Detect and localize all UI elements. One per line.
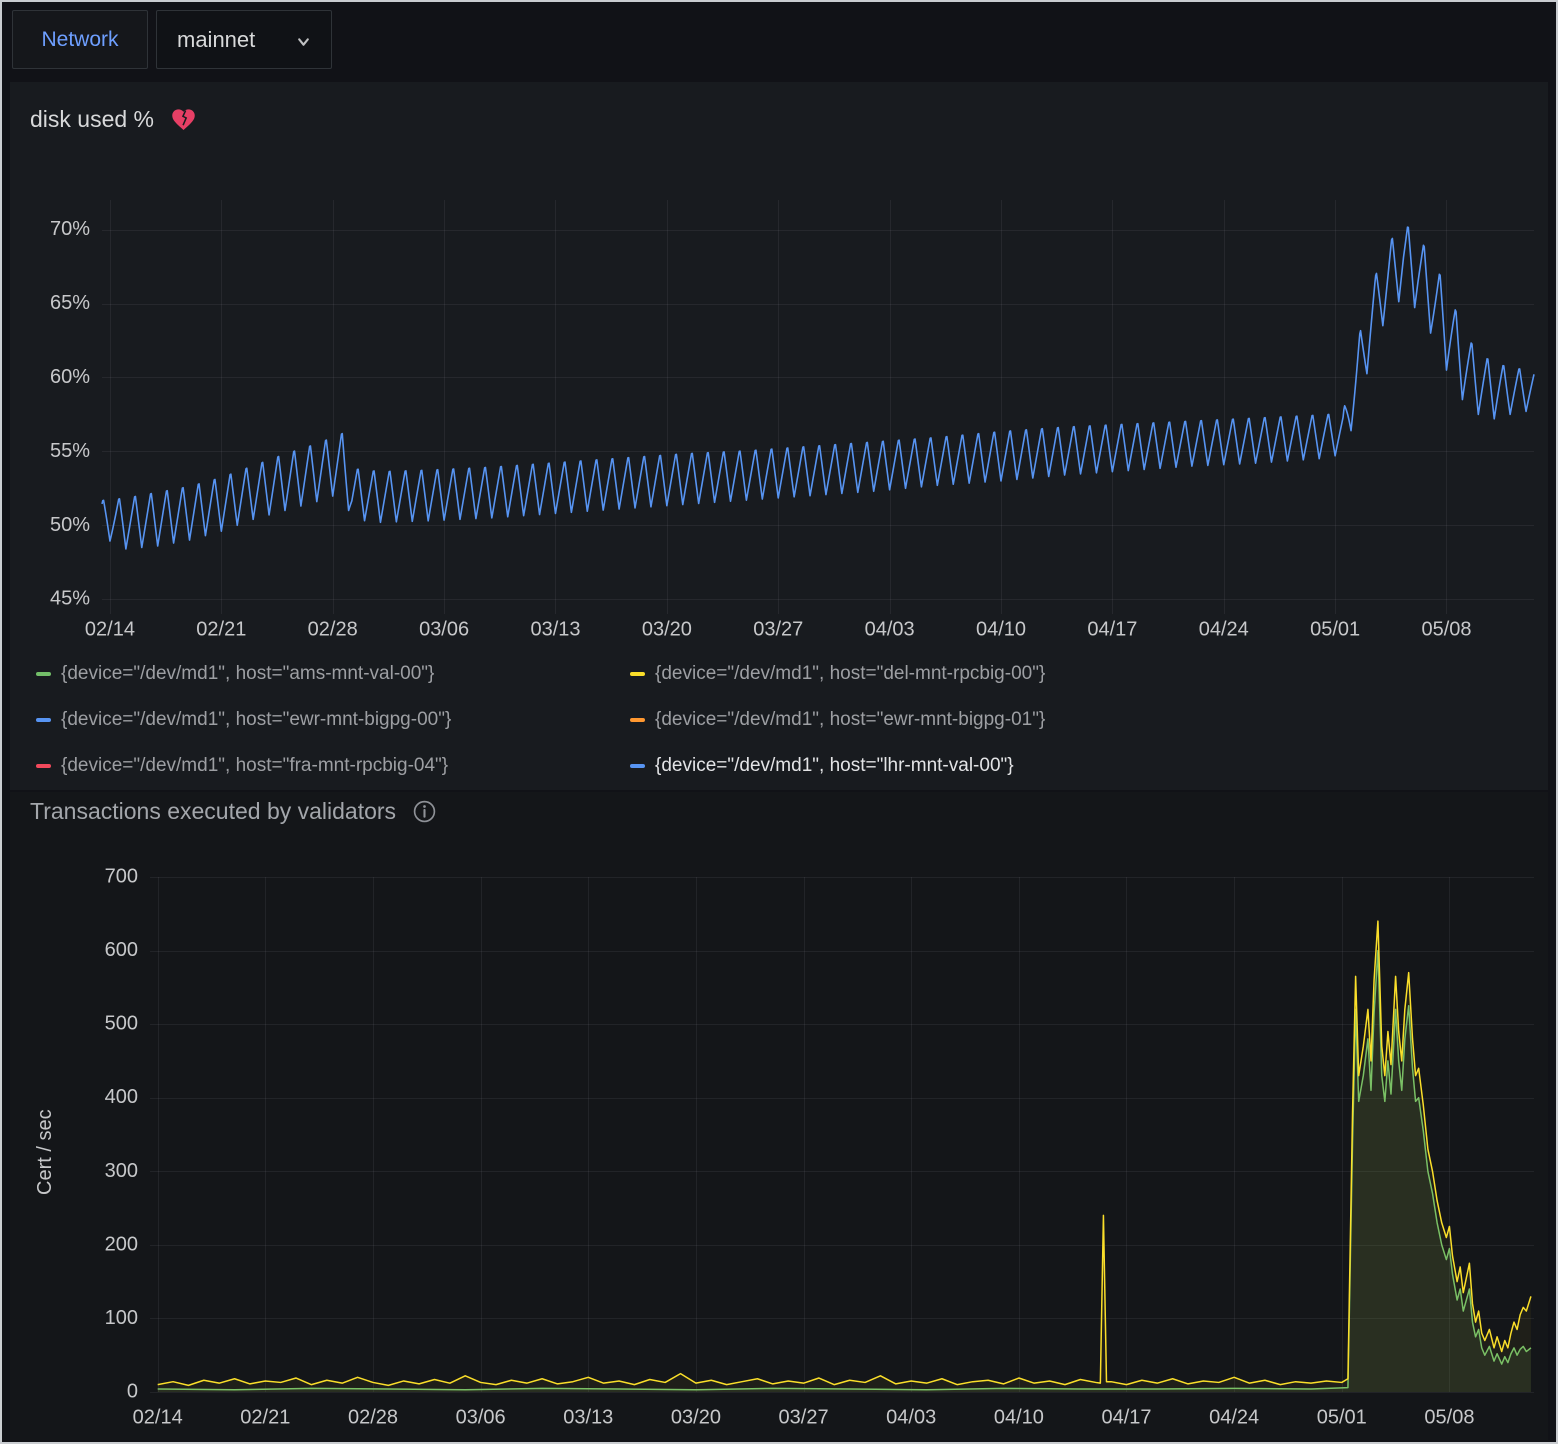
legend-item[interactable]: {device="/dev/md1", host="ams-mnt-val-00…: [36, 662, 630, 686]
disk-used-chart[interactable]: [10, 162, 1552, 654]
series-color-dash: [630, 764, 645, 768]
series-color-dash: [36, 764, 51, 768]
variables-topbar: Network mainnet: [2, 2, 1556, 80]
legend-label: {device="/dev/md1", host="ewr-mnt-bigpg-…: [61, 709, 451, 731]
network-variable-label: Network: [41, 28, 118, 52]
alert-broken-heart-icon[interactable]: [170, 106, 197, 133]
network-variable-label-box: Network: [12, 10, 148, 69]
legend-label: {device="/dev/md1", host="fra-mnt-rpcbig…: [61, 755, 448, 777]
chevron-down-icon: [296, 34, 311, 49]
network-variable-value[interactable]: mainnet: [177, 27, 255, 53]
transactions-panel-title: Transactions executed by validators: [30, 798, 396, 825]
disk-used-panel-title: disk used %: [30, 106, 154, 133]
disk-used-panel-header[interactable]: disk used %: [30, 106, 197, 133]
series-color-dash: [36, 718, 51, 722]
transactions-panel-header[interactable]: Transactions executed by validators: [30, 798, 437, 825]
info-circle-icon[interactable]: [412, 799, 437, 824]
disk-used-legend: {device="/dev/md1", host="ams-mnt-val-00…: [36, 662, 1045, 778]
legend-label: {device="/dev/md1", host="ewr-mnt-bigpg-…: [655, 709, 1045, 731]
legend-label: {device="/dev/md1", host="ams-mnt-val-00…: [61, 663, 434, 685]
transactions-panel: Transactions executed by validators Cert…: [10, 792, 1548, 1440]
series-color-dash: [630, 718, 645, 722]
legend-item[interactable]: {device="/dev/md1", host="lhr-mnt-val-00…: [630, 754, 1045, 778]
network-variable-dropdown[interactable]: mainnet: [156, 10, 332, 69]
legend-item[interactable]: {device="/dev/md1", host="fra-mnt-rpcbig…: [36, 754, 630, 778]
legend-item[interactable]: {device="/dev/md1", host="ewr-mnt-bigpg-…: [630, 708, 1045, 732]
grafana-dashboard: Network mainnet disk used % {device="/de…: [0, 0, 1558, 1444]
legend-label: {device="/dev/md1", host="del-mnt-rpcbig…: [655, 663, 1045, 685]
legend-item[interactable]: {device="/dev/md1", host="ewr-mnt-bigpg-…: [36, 708, 630, 732]
legend-item[interactable]: {device="/dev/md1", host="del-mnt-rpcbig…: [630, 662, 1045, 686]
series-color-dash: [36, 672, 51, 676]
disk-used-panel: disk used % {device="/dev/md1", host="am…: [10, 82, 1548, 790]
legend-label: {device="/dev/md1", host="lhr-mnt-val-00…: [655, 755, 1014, 777]
transactions-chart[interactable]: [10, 852, 1552, 1440]
series-color-dash: [630, 672, 645, 676]
